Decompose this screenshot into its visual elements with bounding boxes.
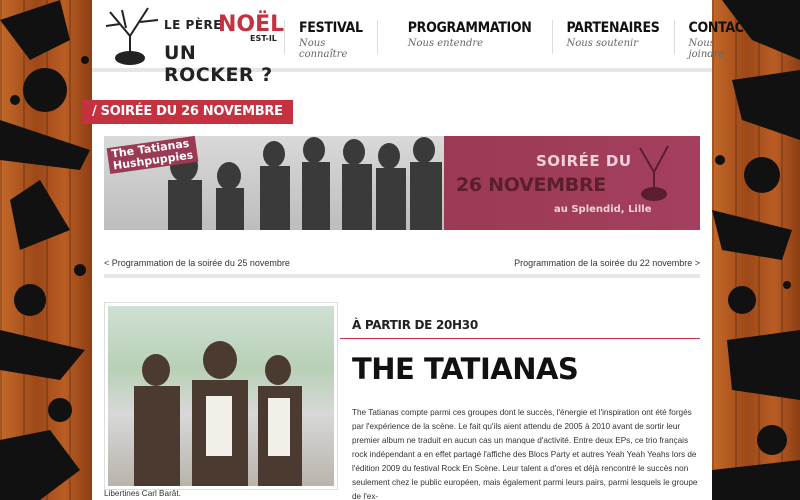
right-decor-panel: [712, 0, 800, 500]
event-hour: À PARTIR DE 20H30: [352, 318, 478, 332]
nav-item-festival[interactable]: FESTIVAL Nous connaître: [284, 20, 377, 60]
nav-item-programmation[interactable]: PROGRAMMATION Nous entendre: [376, 20, 552, 54]
nav-subtitle: Nous soutenir: [566, 38, 638, 49]
prev-event-link[interactable]: < Programmation de la soirée du 25 novem…: [104, 258, 290, 268]
nav-subtitle: Nous connaître: [299, 38, 348, 60]
page-title: / SOIRÉE DU 26 NOVEMBRE: [82, 100, 293, 124]
main-page: LE PÈRE NOËL EST-IL UN ROCKER ? FESTIVAL…: [82, 0, 752, 500]
nav-title: FESTIVAL: [299, 20, 363, 36]
site-logo[interactable]: LE PÈRE NOËL EST-IL UN ROCKER ?: [100, 6, 284, 86]
instrument-splatter-art: [712, 0, 800, 500]
band-name: THE TATIANAS: [352, 352, 579, 386]
banner-venue: au Splendid, Lille: [554, 204, 652, 215]
nav-subtitle: Nous joindre: [688, 38, 725, 60]
divider: [104, 274, 700, 278]
logo-line-4: UN ROCKER ?: [164, 42, 273, 86]
main-nav: FESTIVAL Nous connaître PROGRAMMATION No…: [284, 20, 766, 60]
left-decor-panel: [0, 0, 92, 500]
nav-item-contact[interactable]: CONTACT Nous joindre: [673, 20, 766, 60]
band-photo: [104, 302, 338, 490]
banner-date: 26 NOVEMBRE: [456, 174, 606, 196]
event-banner: The Tatianas Hushpuppies SOIRÉE DU 26 NO…: [104, 136, 700, 230]
next-event-link[interactable]: Programmation de la soirée du 22 novembr…: [514, 258, 700, 268]
nav-title: CONTACT: [688, 20, 753, 36]
nav-title: PROGRAMMATION: [407, 20, 532, 36]
band-photo-image: [108, 306, 334, 486]
logo-line-1: LE PÈRE: [164, 18, 222, 32]
band-photo-banner: The Tatianas Hushpuppies: [104, 136, 444, 230]
instrument-splatter-art: [0, 0, 90, 500]
deer-logo-icon: [639, 145, 669, 201]
band-description: The Tatianas compte parmi ces groupes do…: [352, 408, 698, 500]
band-description-tail: Libertines Carl Barât.: [104, 489, 181, 498]
band-members-image: [134, 341, 302, 486]
nav-title: PARTENAIRES: [566, 20, 660, 36]
nav-subtitle: Nous entendre: [407, 38, 484, 49]
deer-instruments-logo-icon: [105, 7, 159, 65]
hour-divider: [340, 338, 700, 339]
banner-soiree-label: SOIRÉE DU: [536, 152, 632, 170]
site-header: LE PÈRE NOËL EST-IL UN ROCKER ? FESTIVAL…: [92, 0, 752, 86]
nav-item-partenaires[interactable]: PARTENAIRES Nous soutenir: [551, 20, 674, 54]
